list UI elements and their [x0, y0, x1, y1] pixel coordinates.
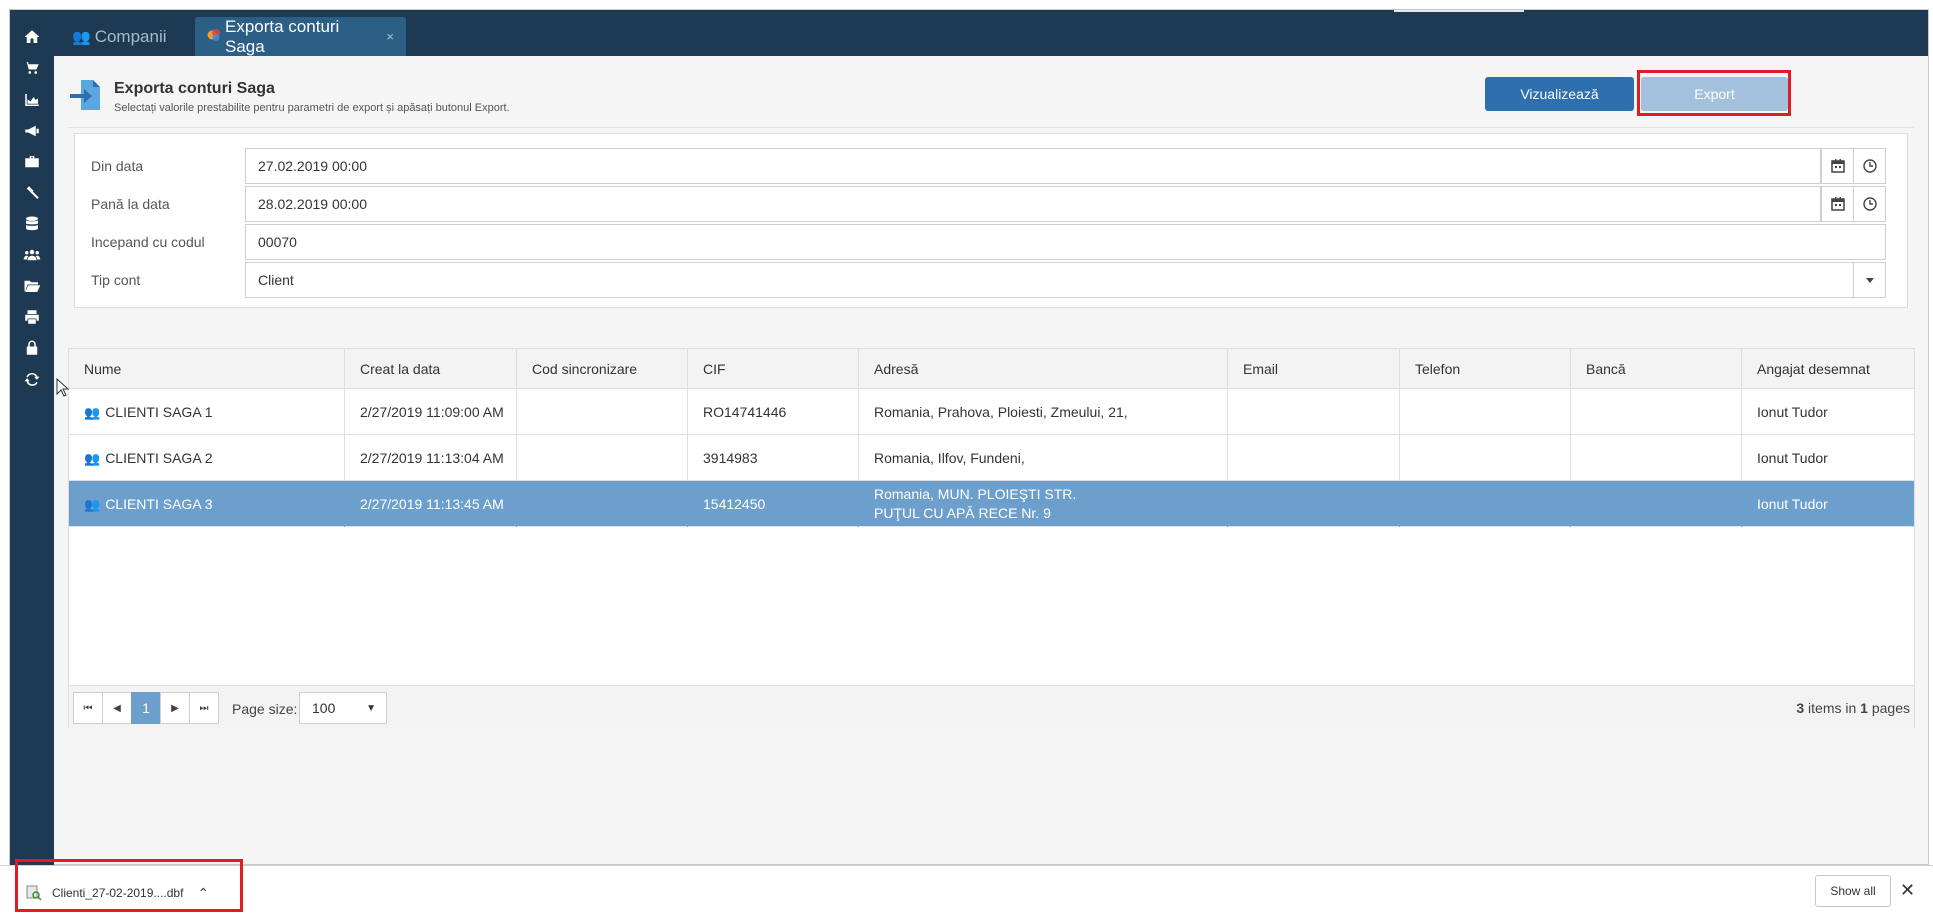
- mouse-cursor-icon: [56, 378, 70, 397]
- prev-page-icon[interactable]: ◀: [102, 692, 132, 724]
- cif-cell: 15412450: [688, 481, 859, 527]
- first-page-icon[interactable]: ⏮: [73, 692, 103, 724]
- column-header[interactable]: CIF: [688, 349, 859, 389]
- phone-cell: [1400, 481, 1571, 527]
- sync-cell: [517, 435, 688, 481]
- download-highlight: [15, 859, 243, 912]
- download-bar: Clienti_27-02-2019....dbf ⌃ Show all ✕: [0, 859, 1933, 919]
- table-row[interactable]: 👥 CLIENTI SAGA 1 2/27/2019 11:09:00 AM RO…: [69, 389, 1914, 435]
- column-header[interactable]: Creat la data: [345, 349, 517, 389]
- window-title-strip: [1394, 10, 1524, 12]
- employee-cell: Ionut Tudor: [1757, 403, 1828, 420]
- bank-cell: [1571, 435, 1742, 481]
- employee-cell: Ionut Tudor: [1757, 449, 1828, 466]
- from-date-label: Din data: [91, 158, 144, 174]
- created-cell: 2/27/2019 11:13:04 AM: [345, 435, 517, 481]
- to-date-label: Pană la data: [91, 196, 170, 212]
- name-cell: 👥 CLIENTI SAGA 2: [69, 435, 345, 481]
- sync-cell: [517, 481, 688, 527]
- clock-icon[interactable]: [1853, 186, 1886, 222]
- name-cell: 👥 CLIENTI SAGA 3: [69, 481, 345, 527]
- column-header[interactable]: Telefon: [1400, 349, 1571, 389]
- calendar-icon[interactable]: [1821, 186, 1854, 222]
- refresh-icon[interactable]: [10, 360, 54, 398]
- tab-label: Companii: [94, 26, 167, 46]
- account-type-label: Tip cont: [91, 272, 141, 288]
- tab-companii[interactable]: 👥 Companii: [60, 17, 179, 56]
- start-code-row: Incepand cu codul 00070: [75, 224, 1907, 260]
- accounts-grid: Nume Creat la data Cod sincronizare CIF …: [68, 348, 1915, 729]
- column-header[interactable]: Nume: [69, 349, 345, 389]
- address-cell: Romania, Prahova, Ploiesti, Zmeului, 21,: [859, 389, 1228, 435]
- current-page-button[interactable]: 1: [131, 692, 161, 724]
- show-all-button[interactable]: Show all: [1815, 875, 1891, 907]
- close-icon[interactable]: ✕: [1900, 880, 1915, 901]
- sidebar: [10, 10, 54, 866]
- last-page-icon[interactable]: ⏭: [189, 692, 219, 724]
- to-date-input[interactable]: 28.02.2019 00:00: [245, 186, 1821, 222]
- export-icon: [70, 80, 100, 110]
- close-icon[interactable]: ×: [386, 29, 394, 44]
- tab-bar: 👥 Companii Exporta conturi Saga ×: [54, 10, 1928, 56]
- calendar-icon[interactable]: [1821, 148, 1854, 184]
- column-header[interactable]: Bancă: [1571, 349, 1742, 389]
- table-row-selected[interactable]: 👥 CLIENTI SAGA 3 2/27/2019 11:13:45 AM 15…: [69, 481, 1914, 527]
- clock-icon[interactable]: [1853, 148, 1886, 184]
- address-cell: Romania, MUN. PLOIEŞTI STR. PUŢUL CU APĂ…: [859, 481, 1228, 527]
- bank-cell: [1571, 481, 1742, 527]
- pager: ⏮ ◀ 1 ▶ ⏭ Page size: 100 ▼ 3 items in 1 …: [69, 685, 1914, 729]
- cif-cell: RO14741446: [688, 389, 859, 435]
- account-type-row: Tip cont Client: [75, 262, 1907, 298]
- export-highlight: [1637, 70, 1791, 116]
- users-icon: 👥: [72, 28, 91, 46]
- chevron-down-icon[interactable]: [1853, 262, 1886, 298]
- from-date-input[interactable]: 27.02.2019 00:00: [245, 148, 1821, 184]
- users-icon: 👥: [84, 450, 101, 466]
- view-button[interactable]: Vizualizează: [1485, 77, 1634, 111]
- created-cell: 2/27/2019 11:09:00 AM: [345, 389, 517, 435]
- page-size-value: 100: [312, 700, 336, 716]
- cif-cell: 3914983: [688, 435, 859, 481]
- account-type-select[interactable]: Client: [245, 262, 1854, 298]
- phone-cell: [1400, 435, 1571, 481]
- column-header[interactable]: Email: [1228, 349, 1400, 389]
- users-icon: 👥: [84, 496, 101, 512]
- page-size-label: Page size:: [232, 701, 298, 717]
- table-row[interactable]: 👥 CLIENTI SAGA 2 2/27/2019 11:13:04 AM 39…: [69, 435, 1914, 481]
- pager-info: 3 items in 1 pages: [1796, 700, 1910, 716]
- column-header[interactable]: Cod sincronizare: [517, 349, 688, 389]
- users-icon: 👥: [84, 404, 101, 420]
- chevron-down-icon: ▼: [366, 703, 376, 714]
- email-cell: [1228, 435, 1400, 481]
- grid-header: Nume Creat la data Cod sincronizare CIF …: [69, 349, 1914, 389]
- email-cell: [1228, 481, 1400, 527]
- app-window: 👥 Companii Exporta conturi Saga × Export…: [9, 9, 1929, 866]
- start-code-input[interactable]: 00070: [245, 224, 1886, 260]
- saga-logo-icon: [207, 28, 221, 46]
- to-date-row: Pană la data 28.02.2019 00:00: [75, 186, 1907, 222]
- tab-label: Exporta conturi Saga: [225, 16, 340, 56]
- page-subtitle: Selectați valorile prestabilite pentru p…: [114, 102, 510, 114]
- bank-cell: [1571, 389, 1742, 435]
- sync-cell: [517, 389, 688, 435]
- column-header[interactable]: Angajat desemnat: [1742, 349, 1916, 389]
- next-page-icon[interactable]: ▶: [160, 692, 190, 724]
- email-cell: [1228, 389, 1400, 435]
- name-cell: 👥 CLIENTI SAGA 1: [69, 389, 345, 435]
- page-title: Exporta conturi Saga: [114, 80, 275, 97]
- start-code-label: Incepand cu codul: [91, 234, 205, 250]
- phone-cell: [1400, 389, 1571, 435]
- employee-cell: Ionut Tudor: [1757, 495, 1828, 512]
- filter-form: Din data 27.02.2019 00:00 Pană la data 2…: [74, 133, 1908, 308]
- address-cell: Romania, Ilfov, Fundeni,: [859, 435, 1228, 481]
- column-header[interactable]: Adresă: [859, 349, 1228, 389]
- page-size-select[interactable]: 100 ▼: [299, 692, 387, 724]
- from-date-row: Din data 27.02.2019 00:00: [75, 148, 1907, 184]
- created-cell: 2/27/2019 11:13:45 AM: [345, 481, 517, 527]
- tab-exporta-conturi-saga[interactable]: Exporta conturi Saga ×: [195, 17, 406, 56]
